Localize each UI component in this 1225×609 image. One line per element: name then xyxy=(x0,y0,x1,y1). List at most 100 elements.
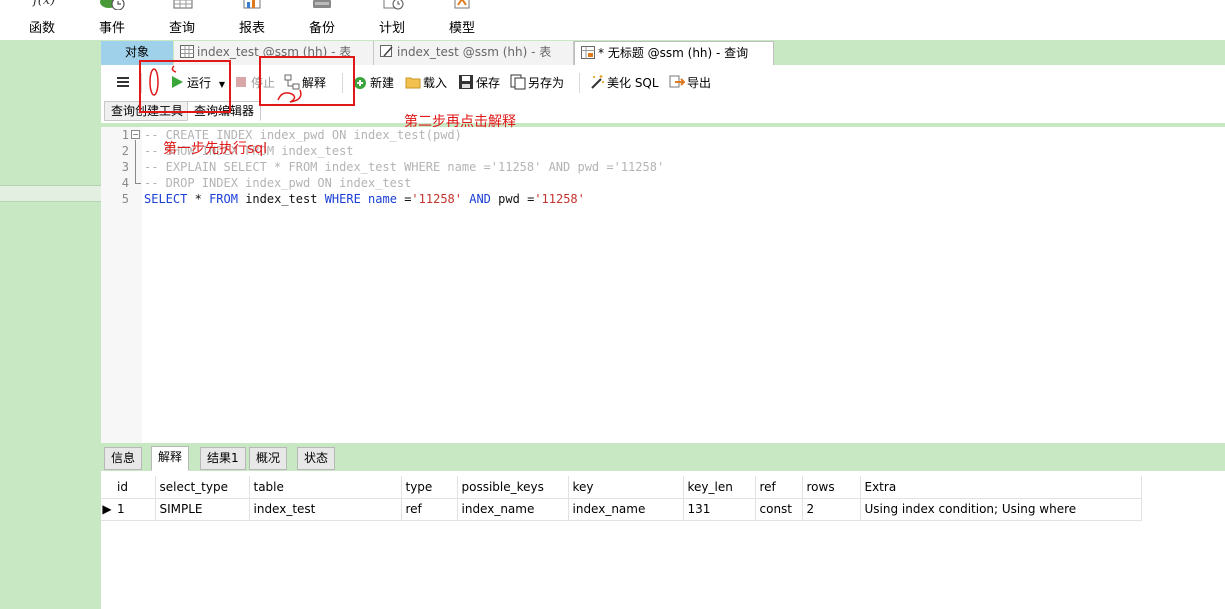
ribbon-query-label: 查询 xyxy=(168,21,195,36)
sql-keyword: SELECT xyxy=(144,192,188,206)
beautify-sql-button[interactable]: 美化 SQL xyxy=(589,73,659,93)
save-button[interactable]: 保存 xyxy=(458,73,500,93)
sql-token: pwd xyxy=(498,192,520,206)
tab-untitled-query-label: * 无标题 @ssm (hh) - 查询 xyxy=(598,46,749,60)
column-header[interactable]: type xyxy=(401,476,458,499)
load-label: 载入 xyxy=(423,76,448,90)
code-line-3[interactable]: -- EXPLAIN SELECT * FROM index_test WHER… xyxy=(144,159,664,175)
column-header[interactable]: rows xyxy=(802,476,861,499)
result-tab-strip: 信息 解释 结果1 概况 状态 xyxy=(101,443,1225,471)
table-cell[interactable]: ref xyxy=(401,498,458,521)
report-icon xyxy=(243,0,261,9)
line-number: 5 xyxy=(121,192,129,206)
row-marker-header xyxy=(101,476,113,499)
sql-keyword: WHERE xyxy=(324,192,361,206)
table-cell[interactable]: const xyxy=(755,498,803,521)
event-icon xyxy=(100,0,125,10)
magic-wand-icon xyxy=(591,75,604,89)
save-icon xyxy=(459,75,473,89)
navigation-panel[interactable] xyxy=(0,40,101,609)
line-number: 4 xyxy=(121,176,129,190)
sql-keyword: FROM xyxy=(209,192,238,206)
column-header[interactable]: table xyxy=(249,476,402,499)
column-header[interactable]: key_len xyxy=(683,476,756,499)
tab-result-1[interactable]: 结果1 xyxy=(200,447,246,470)
ribbon-report-label: 报表 xyxy=(238,21,265,36)
fold-guide-end xyxy=(135,183,141,184)
line-number: 2 xyxy=(121,144,129,158)
svg-text:f(x): f(x) xyxy=(32,0,55,8)
table-cell[interactable]: index_test xyxy=(249,498,402,521)
tab-info[interactable]: 信息 xyxy=(104,447,143,470)
tab-explain[interactable]: 解释 xyxy=(151,446,190,471)
table-cell[interactable]: index_name xyxy=(457,498,569,521)
ribbon-model-label: 模型 xyxy=(448,21,475,36)
sql-token: index_test xyxy=(245,192,318,206)
model-icon xyxy=(454,0,470,9)
table-row[interactable]: ▶ 1 SIMPLE index_test ref index_name ind… xyxy=(101,498,1142,521)
line-number: 3 xyxy=(121,160,129,174)
column-header[interactable]: Extra xyxy=(860,476,1142,499)
column-header[interactable]: possible_keys xyxy=(457,476,569,499)
result-table: id select_type table type possible_keys … xyxy=(101,476,1142,521)
sql-string-literal: '11258' xyxy=(534,192,585,206)
ribbon-event-label: 事件 xyxy=(98,21,125,36)
ribbon-backup-button[interactable]: 备份 xyxy=(292,0,352,40)
table-cell[interactable]: 131 xyxy=(683,498,756,521)
ribbon-schedule-label: 计划 xyxy=(378,21,405,36)
table-cell[interactable]: Using index condition; Using where xyxy=(860,498,1142,521)
table-header-row: id select_type table type possible_keys … xyxy=(101,476,1142,499)
tab-untitled-query[interactable]: * 无标题 @ssm (hh) - 查询 xyxy=(574,41,774,65)
sql-token: * xyxy=(194,192,202,206)
export-icon xyxy=(669,75,685,88)
ribbon-function-button[interactable]: f(x) 函数 xyxy=(12,0,72,40)
folder-icon xyxy=(405,77,421,89)
column-header[interactable]: id xyxy=(113,476,156,499)
column-header[interactable]: ref xyxy=(755,476,803,499)
table-cell[interactable]: index_name xyxy=(568,498,684,521)
beautify-sql-label: 美化 SQL xyxy=(607,76,659,90)
load-button[interactable]: 载入 xyxy=(405,73,447,93)
current-row-marker-icon: ▶ xyxy=(101,498,113,521)
fold-toggle-icon[interactable]: − xyxy=(131,130,140,139)
hamburger-icon xyxy=(117,77,129,87)
ribbon-event-button[interactable]: 事件 xyxy=(82,0,142,40)
ribbon-report-button[interactable]: 报表 xyxy=(222,0,282,40)
tab-index-test-design-label: index_test @ssm (hh) - 表 xyxy=(397,45,552,59)
sql-editor[interactable]: 1 2 3 4 5 − -- CREATE INDEX index_pwd ON… xyxy=(101,127,1225,443)
table-cell[interactable]: 1 xyxy=(113,498,156,521)
column-header[interactable]: key xyxy=(568,476,684,499)
ribbon-backup-label: 备份 xyxy=(308,21,335,36)
code-line-5[interactable]: SELECT * FROM index_test WHERE name ='11… xyxy=(144,191,585,207)
ribbon-schedule-button[interactable]: 计划 xyxy=(362,0,422,40)
navigation-selected-row[interactable] xyxy=(0,185,101,202)
backup-icon xyxy=(313,0,331,8)
code-line-4[interactable]: -- DROP INDEX index_pwd ON index_test xyxy=(144,175,411,191)
line-number: 1 xyxy=(121,128,129,142)
line-number-gutter: 1 2 3 4 5 − xyxy=(101,127,142,443)
table-cell[interactable]: 2 xyxy=(802,498,861,521)
ribbon-query-button[interactable]: 查询 xyxy=(152,0,212,40)
sql-keyword: name xyxy=(368,192,397,206)
explain-result-grid[interactable]: id select_type table type possible_keys … xyxy=(101,471,1225,609)
toolbar-separator xyxy=(579,73,580,93)
column-header[interactable]: select_type xyxy=(155,476,250,499)
annotation-step-1: 第一步先执行sql xyxy=(163,141,268,157)
export-label: 导出 xyxy=(687,76,712,90)
function-icon: f(x) xyxy=(32,0,55,8)
tab-index-test-design[interactable]: index_test @ssm (hh) - 表 xyxy=(374,41,574,65)
tab-status[interactable]: 状态 xyxy=(297,447,336,470)
tab-overview[interactable]: 概况 xyxy=(249,447,288,470)
schedule-icon xyxy=(383,0,404,10)
table-cell[interactable]: SIMPLE xyxy=(155,498,250,521)
ribbon-model-button[interactable]: 模型 xyxy=(432,0,492,40)
export-button[interactable]: 导出 xyxy=(669,73,711,93)
sql-keyword: AND xyxy=(469,192,491,206)
menu-button[interactable] xyxy=(115,73,133,93)
main-ribbon: f(x) 函数 事件 查询 报表 备份 计划 模型 xyxy=(0,0,1225,40)
save-as-button[interactable]: 另存为 xyxy=(510,73,564,93)
